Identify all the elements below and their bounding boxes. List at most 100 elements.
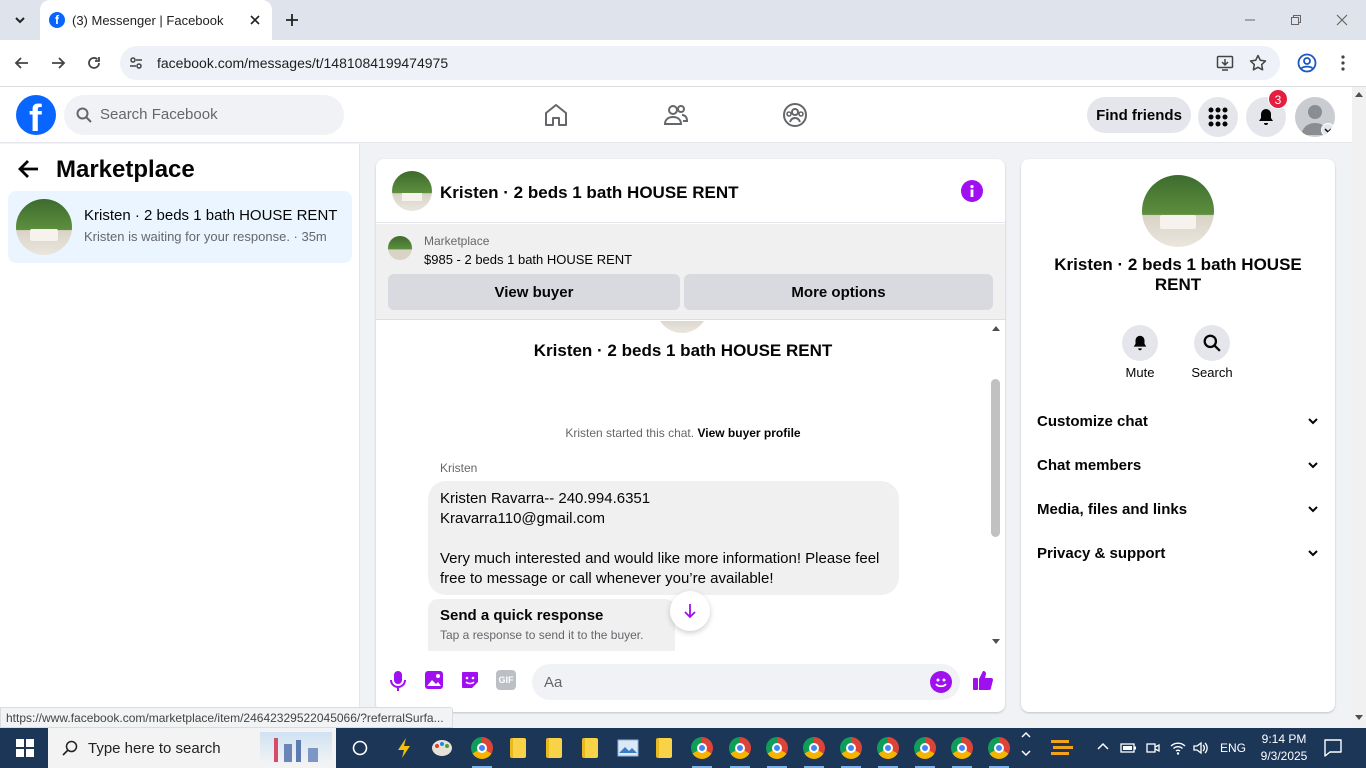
chat-members-section[interactable]: Chat members <box>1037 443 1319 487</box>
attach-photo-button[interactable] <box>424 670 444 690</box>
nav-friends[interactable] <box>652 95 700 135</box>
conversation-info-button[interactable] <box>961 180 983 202</box>
taskbar-chrome-profile-8[interactable] <box>946 732 978 768</box>
scroll-down-arrow-icon[interactable] <box>1355 715 1363 721</box>
browser-tab[interactable]: f (3) Messenger | Facebook <box>40 0 272 40</box>
install-app-icon[interactable] <box>1216 54 1234 72</box>
input-language[interactable]: ENG <box>1220 741 1246 755</box>
account-avatar[interactable] <box>1295 97 1335 137</box>
address-bar[interactable]: facebook.com/messages/t/1481084199474975 <box>120 46 1280 80</box>
search-action[interactable]: Search <box>1187 325 1237 380</box>
taskbar-overflow-scroller[interactable] <box>1020 730 1034 766</box>
tab-close-icon[interactable] <box>246 11 264 29</box>
chat-avatar[interactable] <box>392 171 432 211</box>
nav-groups[interactable] <box>771 95 819 135</box>
system-clock[interactable]: 9:14 PM 9/3/2025 <box>1252 731 1316 765</box>
section-label: Customize chat <box>1037 412 1148 430</box>
quick-response-card[interactable]: Send a quick response Tap a response to … <box>428 599 675 651</box>
facebook-search-input[interactable]: Search Facebook <box>64 95 344 135</box>
taskbar-app-image-viewer[interactable] <box>612 732 644 764</box>
chrome-menu-button[interactable] <box>1327 47 1359 79</box>
profile-button[interactable] <box>1291 47 1323 79</box>
tab-search-button[interactable] <box>4 4 36 36</box>
meet-now-status[interactable] <box>1146 741 1160 755</box>
listing-title[interactable]: $985 - 2 beds 1 bath HOUSE RENT <box>424 252 632 267</box>
taskbar-app-chrome-active[interactable] <box>466 732 498 768</box>
media-files-links-section[interactable]: Media, files and links <box>1037 487 1319 531</box>
nav-home[interactable] <box>532 95 580 135</box>
scroll-down-arrow-icon[interactable] <box>992 639 1000 645</box>
thread-scroll-thumb[interactable] <box>991 379 1000 537</box>
find-friends-button[interactable]: Find friends <box>1087 97 1191 133</box>
more-options-button[interactable]: More options <box>684 274 993 310</box>
restore-window-button[interactable] <box>1280 4 1312 36</box>
forward-button[interactable] <box>42 47 74 79</box>
volume-status[interactable] <box>1192 740 1208 756</box>
taskbar-chrome-profile-3[interactable] <box>761 732 793 768</box>
message-thread[interactable]: Kristen · 2 beds 1 bath HOUSE RENT Krist… <box>376 321 1005 651</box>
back-button[interactable] <box>6 47 38 79</box>
gif-button[interactable]: GIF <box>496 670 516 690</box>
mute-action[interactable]: Mute <box>1116 325 1164 380</box>
taskbar-folder-4[interactable] <box>648 732 680 764</box>
taskbar-search-box[interactable]: Type here to search <box>48 728 336 768</box>
back-arrow-button[interactable] <box>18 158 46 186</box>
scroll-up-arrow-icon[interactable] <box>1355 91 1363 97</box>
quick-response-subtitle: Tap a response to send it to the buyer. <box>440 628 644 642</box>
more-vertical-icon <box>1341 55 1345 71</box>
bookmark-star-icon[interactable] <box>1249 54 1267 72</box>
page-scrollbar[interactable] <box>1352 87 1366 728</box>
close-window-button[interactable] <box>1326 4 1358 36</box>
show-hidden-icons-button[interactable] <box>1096 740 1110 754</box>
customize-chat-section[interactable]: Customize chat <box>1037 399 1319 443</box>
reload-button[interactable] <box>78 47 110 79</box>
taskbar-chrome-profile-5[interactable] <box>835 732 867 768</box>
scroll-to-bottom-button[interactable] <box>670 591 710 631</box>
section-label: Chat members <box>1037 456 1142 474</box>
chrome-icon <box>877 737 899 759</box>
message-bubble[interactable]: Kristen Ravarra-- 240.994.6351 Kravarra1… <box>428 481 899 595</box>
privacy-support-section[interactable]: Privacy & support <box>1037 531 1319 575</box>
taskbar-weather-widget[interactable] <box>1044 732 1080 764</box>
task-view-icon <box>352 740 368 756</box>
send-like-button[interactable] <box>972 669 994 691</box>
started-text: Kristen started this chat. <box>565 426 695 440</box>
taskbar-folder-2[interactable] <box>538 732 570 764</box>
taskbar-chrome-profile-1[interactable] <box>686 732 718 768</box>
details-avatar[interactable] <box>1142 175 1214 247</box>
view-buyer-profile-link[interactable]: View buyer profile <box>697 426 800 440</box>
facebook-logo-icon[interactable]: f <box>16 95 56 135</box>
taskbar-chrome-profile-2[interactable] <box>724 732 756 768</box>
sticker-button[interactable] <box>460 670 480 690</box>
notification-center-button[interactable] <box>1324 739 1342 757</box>
task-view-button[interactable] <box>344 732 376 764</box>
mute-button[interactable] <box>1122 325 1158 361</box>
taskbar-chrome-profile-4[interactable] <box>798 732 830 768</box>
search-in-conversation-button[interactable] <box>1194 325 1230 361</box>
voice-clip-button[interactable] <box>388 670 408 692</box>
start-button[interactable] <box>8 732 42 764</box>
emoji-button[interactable] <box>930 671 952 693</box>
taskbar-chrome-profile-6[interactable] <box>872 732 904 768</box>
taskbar-folder-1[interactable] <box>502 732 534 764</box>
notifications-button[interactable]: 3 <box>1246 89 1288 137</box>
message-input[interactable]: Aa <box>532 664 960 700</box>
taskbar-folder-3[interactable] <box>574 732 606 764</box>
menu-button[interactable] <box>1198 97 1238 137</box>
site-info-icon[interactable] <box>128 55 144 71</box>
chat-title[interactable]: Kristen · 2 beds 1 bath HOUSE RENT <box>440 183 739 203</box>
close-icon <box>1336 14 1348 26</box>
thread-scrollbar[interactable] <box>989 321 1003 651</box>
new-tab-button[interactable] <box>276 4 308 36</box>
view-buyer-button[interactable]: View buyer <box>388 274 680 310</box>
taskbar-app-paint[interactable] <box>426 732 458 764</box>
battery-status[interactable] <box>1120 741 1138 755</box>
conversation-item[interactable]: Kristen · 2 beds 1 bath HOUSE RENT Krist… <box>8 191 352 263</box>
scroll-up-arrow-icon[interactable] <box>992 325 1000 331</box>
taskbar-chrome-profile-9[interactable] <box>983 732 1015 768</box>
chat-header: Kristen · 2 beds 1 bath HOUSE RENT <box>376 159 1005 223</box>
network-status[interactable] <box>1170 740 1186 756</box>
taskbar-app-winamp[interactable] <box>388 732 420 764</box>
taskbar-chrome-profile-7[interactable] <box>909 732 941 768</box>
minimize-window-button[interactable] <box>1234 4 1266 36</box>
